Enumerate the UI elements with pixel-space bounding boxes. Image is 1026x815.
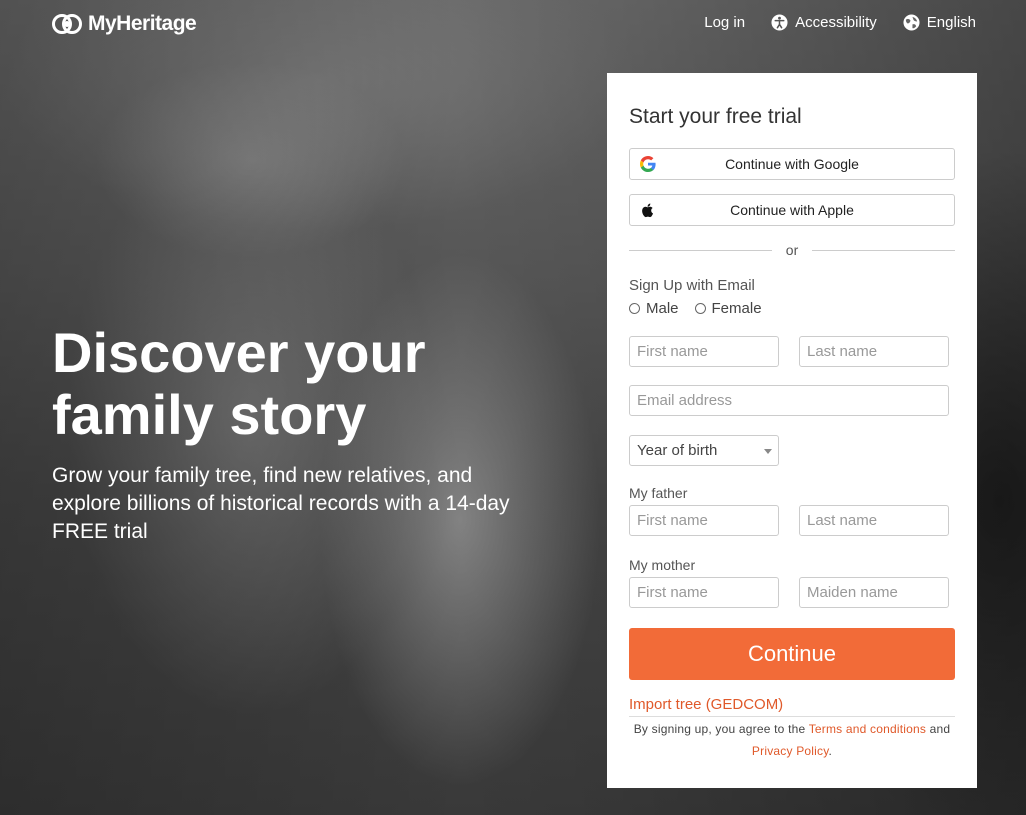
continue-with-google-button[interactable]: Continue with Google	[629, 148, 955, 180]
divider-line-left	[629, 249, 772, 251]
logo-icon	[52, 14, 82, 34]
female-radio-circle[interactable]	[694, 303, 706, 314]
google-button-label: Continue with Google	[725, 156, 859, 172]
father-first-name-input[interactable]: First name	[629, 505, 779, 536]
globe-icon	[903, 14, 920, 31]
dropdown-caret-icon	[764, 449, 772, 454]
language-label: English	[926, 14, 976, 31]
continue-button[interactable]: Continue	[629, 628, 955, 680]
hero-subtitle: Grow your family tree, find new relative…	[52, 464, 510, 543]
year-of-birth-select[interactable]: Year of birth	[629, 435, 779, 466]
top-navigation: Log in Accessibility English	[704, 14, 976, 31]
login-link[interactable]: Log in	[704, 14, 745, 31]
login-label: Log in	[704, 14, 746, 31]
myheritage-logo[interactable]: MyHeritage	[52, 10, 197, 38]
import-gedcom-link[interactable]: Import tree (GEDCOM)	[629, 696, 783, 713]
signup-panel: Start your free trial Continue with Goog…	[607, 73, 977, 788]
accessibility-label: Accessibility	[795, 14, 877, 31]
privacy-policy-link[interactable]: Privacy Policy	[752, 744, 829, 758]
gender-male-radio[interactable]: Male	[629, 300, 679, 317]
signup-email-label: Sign Up with Email	[629, 277, 755, 294]
year-of-birth-value: Year of birth	[637, 442, 718, 459]
hero-title-line-1: Discover your	[52, 321, 426, 384]
terms-link[interactable]: Terms and conditions	[809, 722, 926, 736]
mother-first-name-input[interactable]: First name	[629, 577, 779, 608]
male-radio-circle[interactable]	[629, 303, 640, 314]
divider-line-right	[812, 249, 956, 251]
terms-text: By signing up, you agree to the Terms an…	[621, 718, 963, 762]
first-name-input[interactable]: First name	[629, 336, 779, 367]
terms-divider	[629, 716, 955, 717]
brand-name: MyHeritage	[88, 12, 197, 35]
panel-title: Start your free trial	[629, 105, 802, 128]
accessibility-link[interactable]: Accessibility	[771, 14, 877, 31]
terms-suffix: .	[828, 744, 833, 758]
or-divider: or	[629, 241, 956, 259]
hero-title-line-2: family story	[52, 383, 367, 446]
male-label: Male	[646, 300, 679, 317]
mother-label: My mother	[629, 557, 696, 573]
father-label: My father	[629, 485, 688, 501]
gender-options: Male Female	[629, 300, 762, 317]
language-selector[interactable]: English	[903, 14, 976, 31]
father-last-name-input[interactable]: Last name	[799, 505, 949, 536]
last-name-input[interactable]: Last name	[799, 336, 949, 367]
mother-maiden-name-input[interactable]: Maiden name	[799, 577, 949, 608]
female-label: Female	[711, 300, 762, 317]
apple-icon	[642, 203, 653, 218]
apple-button-label: Continue with Apple	[730, 202, 854, 218]
hero-title: Discover your family story	[52, 322, 572, 446]
accessibility-icon	[771, 14, 788, 31]
or-label: or	[785, 242, 799, 258]
terms-and: and	[929, 722, 951, 736]
google-icon	[640, 156, 656, 172]
terms-prefix: By signing up, you agree to the	[633, 722, 806, 736]
email-input[interactable]: Email address	[629, 385, 949, 416]
gender-female-radio[interactable]: Female	[694, 300, 762, 317]
continue-with-apple-button[interactable]: Continue with Apple	[629, 194, 955, 226]
